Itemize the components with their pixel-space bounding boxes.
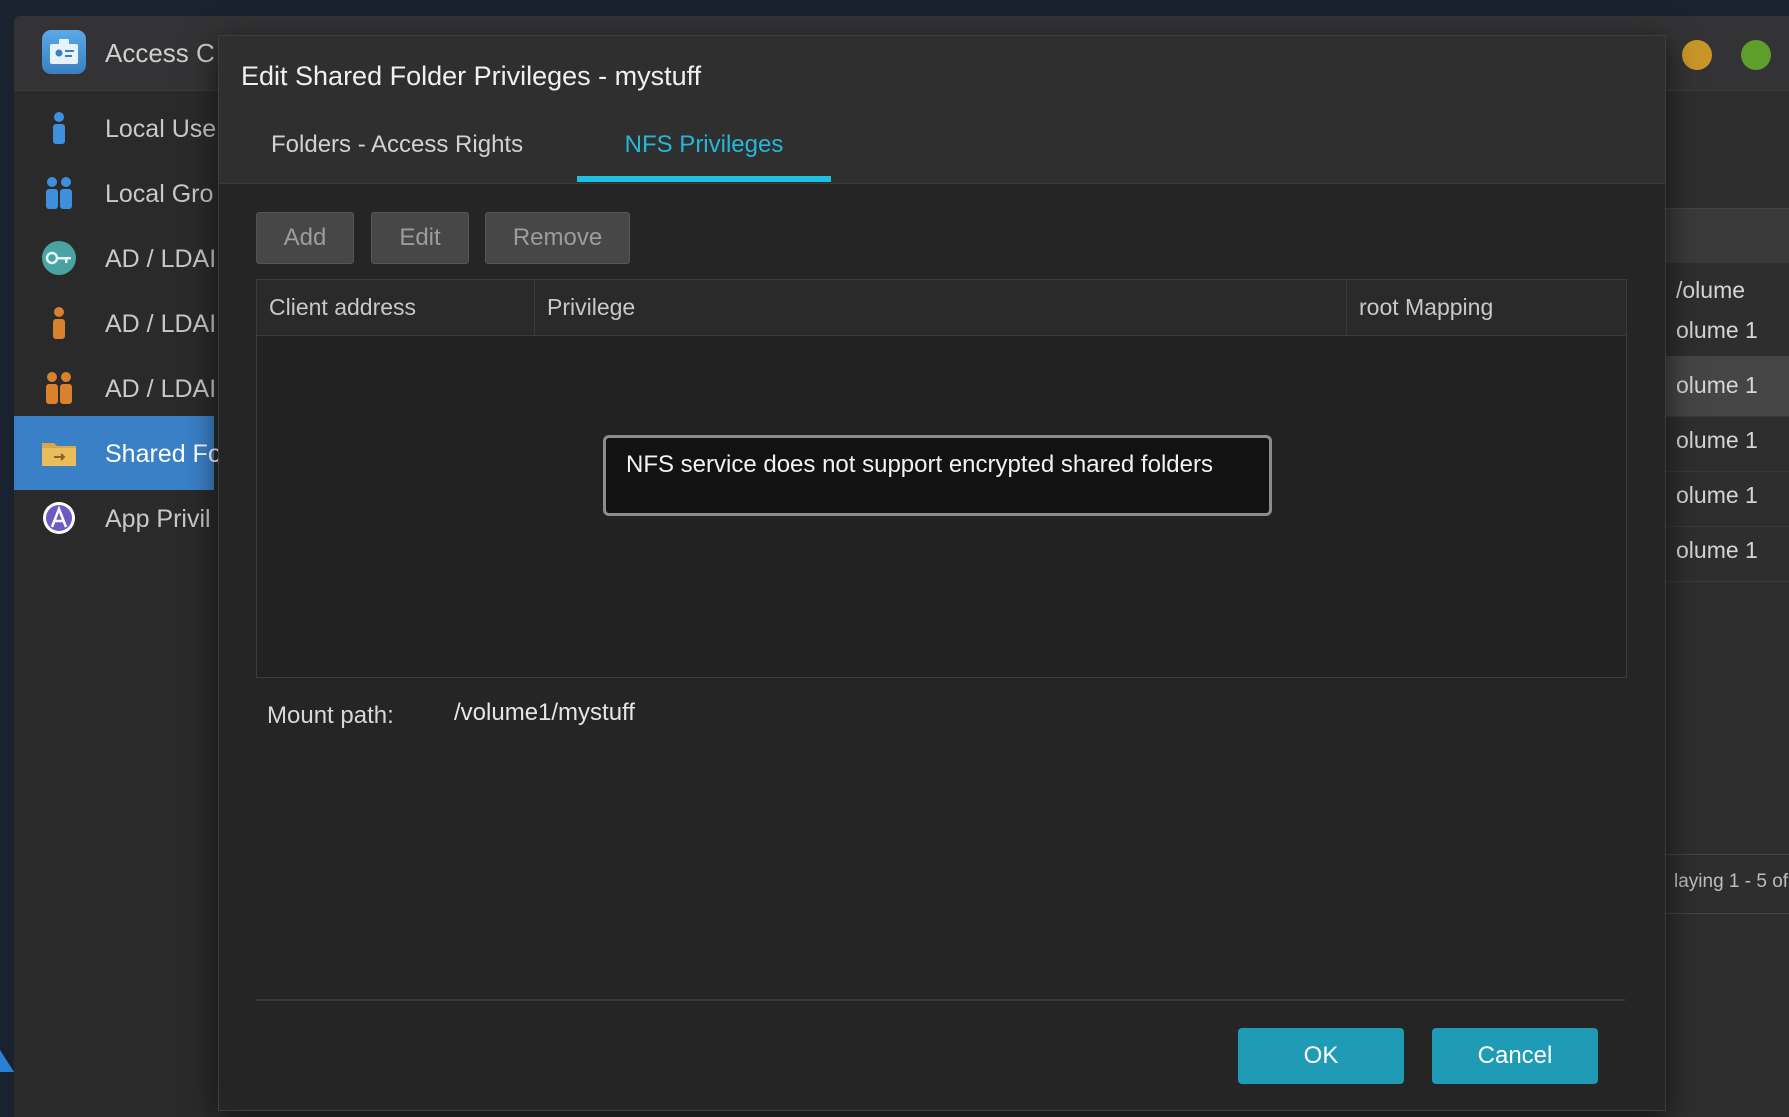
dialog-header: Edit Shared Folder Privileges - mystuff … xyxy=(219,36,1665,184)
shared-folder-list-panel: /olume olume 1 olume 1 olume 1 olume 1 o… xyxy=(1664,91,1789,1117)
add-button[interactable]: Add xyxy=(256,212,354,264)
edit-button[interactable]: Edit xyxy=(371,212,469,264)
app-title: Access C xyxy=(105,38,215,68)
table-header: Client address Privilege root Mapping xyxy=(257,280,1626,336)
sidebar-item-shared-folders[interactable]: Shared Fo xyxy=(14,416,222,490)
pagination-footer: laying 1 - 5 of xyxy=(1664,854,1789,914)
app-icon xyxy=(43,502,75,534)
mount-path-label: Mount path: xyxy=(267,702,394,729)
column-privilege[interactable]: Privilege xyxy=(535,280,1347,335)
key-icon xyxy=(42,241,76,275)
footer-divider xyxy=(256,999,1625,1001)
volume-cell: olume 1 xyxy=(1676,427,1758,453)
user-icon xyxy=(53,307,65,339)
user-icon xyxy=(53,112,65,144)
edit-privileges-dialog: Edit Shared Folder Privileges - mystuff … xyxy=(218,35,1666,1111)
volume-column-header[interactable]: /olume xyxy=(1676,277,1745,304)
sidebar-item-label: Local Use xyxy=(105,115,217,143)
sidebar-item-ad-ldap-groups[interactable]: AD / LDAI xyxy=(14,351,217,425)
remove-button[interactable]: Remove xyxy=(485,212,630,264)
volume-cell: olume 1 xyxy=(1676,372,1758,398)
group-icon xyxy=(46,372,72,404)
table-row[interactable]: olume 1 xyxy=(1664,466,1789,527)
tab-folders-access-rights[interactable]: Folders - Access Rights xyxy=(271,131,523,183)
folder-icon xyxy=(42,443,76,466)
edge-accent xyxy=(0,1050,14,1072)
sidebar-item-local-users[interactable]: Local Use xyxy=(14,91,217,165)
table-row[interactable]: olume 1 xyxy=(1664,356,1789,417)
maximize-button[interactable] xyxy=(1741,40,1771,70)
dialog-title: Edit Shared Folder Privileges - mystuff xyxy=(241,61,702,91)
table-row[interactable]: olume 1 xyxy=(1664,521,1789,582)
group-icon xyxy=(46,177,72,209)
sidebar-item-app-privileges[interactable]: App Privil xyxy=(14,481,214,555)
active-tab-indicator xyxy=(577,176,831,182)
access-control-logo-icon xyxy=(42,30,86,74)
mount-path-value: /volume1/mystuff xyxy=(454,699,635,726)
sidebar-item-label: App Privil xyxy=(105,505,211,533)
minimize-button[interactable] xyxy=(1682,40,1712,70)
sidebar-item-label: Local Gro xyxy=(105,180,214,208)
sidebar-item-label: Shared Fo xyxy=(105,440,222,468)
table-row[interactable]: olume 1 xyxy=(1664,301,1789,362)
volume-cell: olume 1 xyxy=(1676,482,1758,508)
cancel-button[interactable]: Cancel xyxy=(1432,1028,1598,1084)
sidebar-item-label: AD / LDAI xyxy=(105,245,217,273)
list-toolbar xyxy=(1664,208,1789,263)
sidebar-item-ad-ldap-users[interactable]: AD / LDAI xyxy=(14,286,217,360)
volume-cell: olume 1 xyxy=(1676,317,1758,343)
sidebar-item-ad-ldap-domain[interactable]: AD / LDAI xyxy=(14,221,217,295)
sidebar-item-label: AD / LDAI xyxy=(105,310,217,338)
ok-button[interactable]: OK xyxy=(1238,1028,1404,1084)
encryption-notice: NFS service does not support encrypted s… xyxy=(603,435,1272,516)
column-root-mapping[interactable]: root Mapping xyxy=(1347,280,1626,335)
sidebar: Local Use Local Gro AD / LDAI AD / LDAI … xyxy=(14,91,222,1117)
column-client-address[interactable]: Client address xyxy=(257,280,535,335)
sidebar-item-local-groups[interactable]: Local Gro xyxy=(14,156,214,230)
table-row[interactable]: olume 1 xyxy=(1664,411,1789,472)
nfs-privileges-table: Client address Privilege root Mapping NF… xyxy=(256,279,1627,678)
pagination-status: laying 1 - 5 of xyxy=(1674,871,1789,892)
volume-cell: olume 1 xyxy=(1676,537,1758,563)
sidebar-item-label: AD / LDAI xyxy=(105,375,217,403)
